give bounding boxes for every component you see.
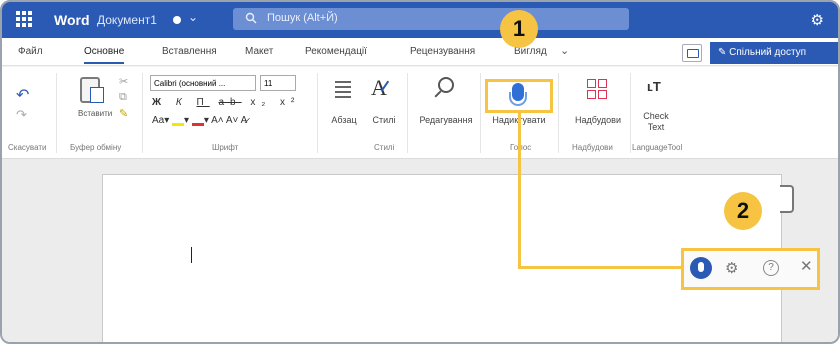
- tab-home[interactable]: Основне: [84, 46, 125, 64]
- font-name-select[interactable]: Calibri (основний ...: [150, 75, 256, 91]
- styles-group-label: Стилі: [374, 143, 395, 152]
- gear-icon[interactable]: ⚙: [811, 11, 824, 29]
- paste-label[interactable]: Вставити: [78, 109, 112, 118]
- divider: [56, 73, 57, 153]
- chevron-down-icon[interactable]: ⌄: [188, 10, 198, 24]
- document-name[interactable]: Документ1: [97, 13, 157, 27]
- settings-gear-icon[interactable]: ⚙: [725, 259, 738, 277]
- copy-icon[interactable]: ⧉: [119, 91, 127, 104]
- divider: [558, 73, 559, 153]
- side-panel-tab[interactable]: [780, 185, 794, 213]
- divider: [630, 73, 631, 153]
- text-cursor: [191, 247, 192, 263]
- search-icon: [245, 12, 257, 24]
- search-box[interactable]: Пошук (Alt+Й): [233, 8, 629, 30]
- divider: [317, 73, 318, 153]
- document-page[interactable]: [102, 174, 782, 342]
- addins-icon[interactable]: [587, 79, 607, 99]
- app-name[interactable]: Word: [54, 12, 90, 28]
- search-placeholder: Пошук (Alt+Й): [267, 12, 338, 24]
- tab-insert[interactable]: Вставлення: [162, 46, 217, 57]
- microphone-icon[interactable]: [690, 257, 712, 279]
- paragraph-icon[interactable]: [335, 81, 351, 98]
- word-window: Word Документ1 ⌄ Пошук (Alt+Й) ⚙ Файл Ос…: [0, 0, 840, 344]
- microphone-icon: [512, 83, 524, 101]
- languagetool-icon[interactable]: ʟT: [647, 79, 661, 94]
- addins-group-label: Надбудови: [572, 143, 613, 152]
- share-label: Спільний доступ: [729, 47, 807, 58]
- tab-review[interactable]: Рецензування: [410, 46, 475, 57]
- editing-label[interactable]: Редагування: [412, 115, 480, 125]
- undo-icon[interactable]: ↶: [16, 85, 29, 105]
- styles-label[interactable]: Стилі: [364, 115, 404, 125]
- callout-badge-1: 1: [500, 10, 538, 48]
- check-text-label-2[interactable]: Text: [636, 122, 676, 132]
- font-group-label: Шрифт: [212, 143, 239, 152]
- tab-file[interactable]: Файл: [18, 46, 43, 57]
- app-launcher-icon[interactable]: [16, 11, 32, 27]
- ribbon: ↶ ↷ Скасувати Вставити ✂ ⧉ ✎ Буфер обмін…: [2, 67, 838, 159]
- divider: [480, 73, 481, 153]
- save-status-icon: [173, 16, 181, 24]
- clipboard-group-label: Буфер обміну: [70, 143, 122, 152]
- divider: [407, 73, 408, 153]
- tab-references[interactable]: Рекомендації: [305, 46, 367, 57]
- redo-icon[interactable]: ↷: [16, 107, 27, 123]
- edit-share-icon: ✎: [718, 47, 730, 58]
- font-size-select[interactable]: 11: [260, 75, 296, 91]
- addins-label[interactable]: Надбудови: [566, 115, 630, 125]
- help-icon[interactable]: ?: [763, 260, 779, 276]
- cut-icon[interactable]: ✂: [119, 75, 128, 88]
- font-format-buttons[interactable]: Ж К П ab x₂ x²: [152, 97, 300, 108]
- languagetool-group-label: LanguageTool: [632, 143, 683, 152]
- format-painter-icon[interactable]: ✎: [119, 107, 128, 120]
- undo-group-label: Скасувати: [8, 143, 47, 152]
- check-text-label-1[interactable]: Check: [636, 111, 676, 121]
- callout-connector: [518, 113, 521, 268]
- title-bar: Word Документ1 ⌄ Пошук (Alt+Й) ⚙: [2, 2, 838, 38]
- share-button[interactable]: ✎ Спільний доступ: [710, 42, 838, 64]
- callout-badge-2: 2: [724, 192, 762, 230]
- callout-connector: [518, 266, 683, 269]
- styles-icon[interactable]: A: [371, 75, 398, 101]
- close-icon[interactable]: ✕: [800, 257, 813, 275]
- tab-layout[interactable]: Макет: [245, 46, 273, 57]
- comment-icon[interactable]: [682, 44, 702, 62]
- paragraph-label[interactable]: Абзац: [322, 115, 366, 125]
- font-color-buttons[interactable]: Aa▾ ▾ ▾ A˄ A˅ A̷: [152, 115, 247, 126]
- divider: [142, 73, 143, 153]
- paste-icon[interactable]: [80, 77, 104, 103]
- search-editing-icon[interactable]: [438, 77, 454, 93]
- chevron-down-icon[interactable]: ⌄: [560, 44, 569, 57]
